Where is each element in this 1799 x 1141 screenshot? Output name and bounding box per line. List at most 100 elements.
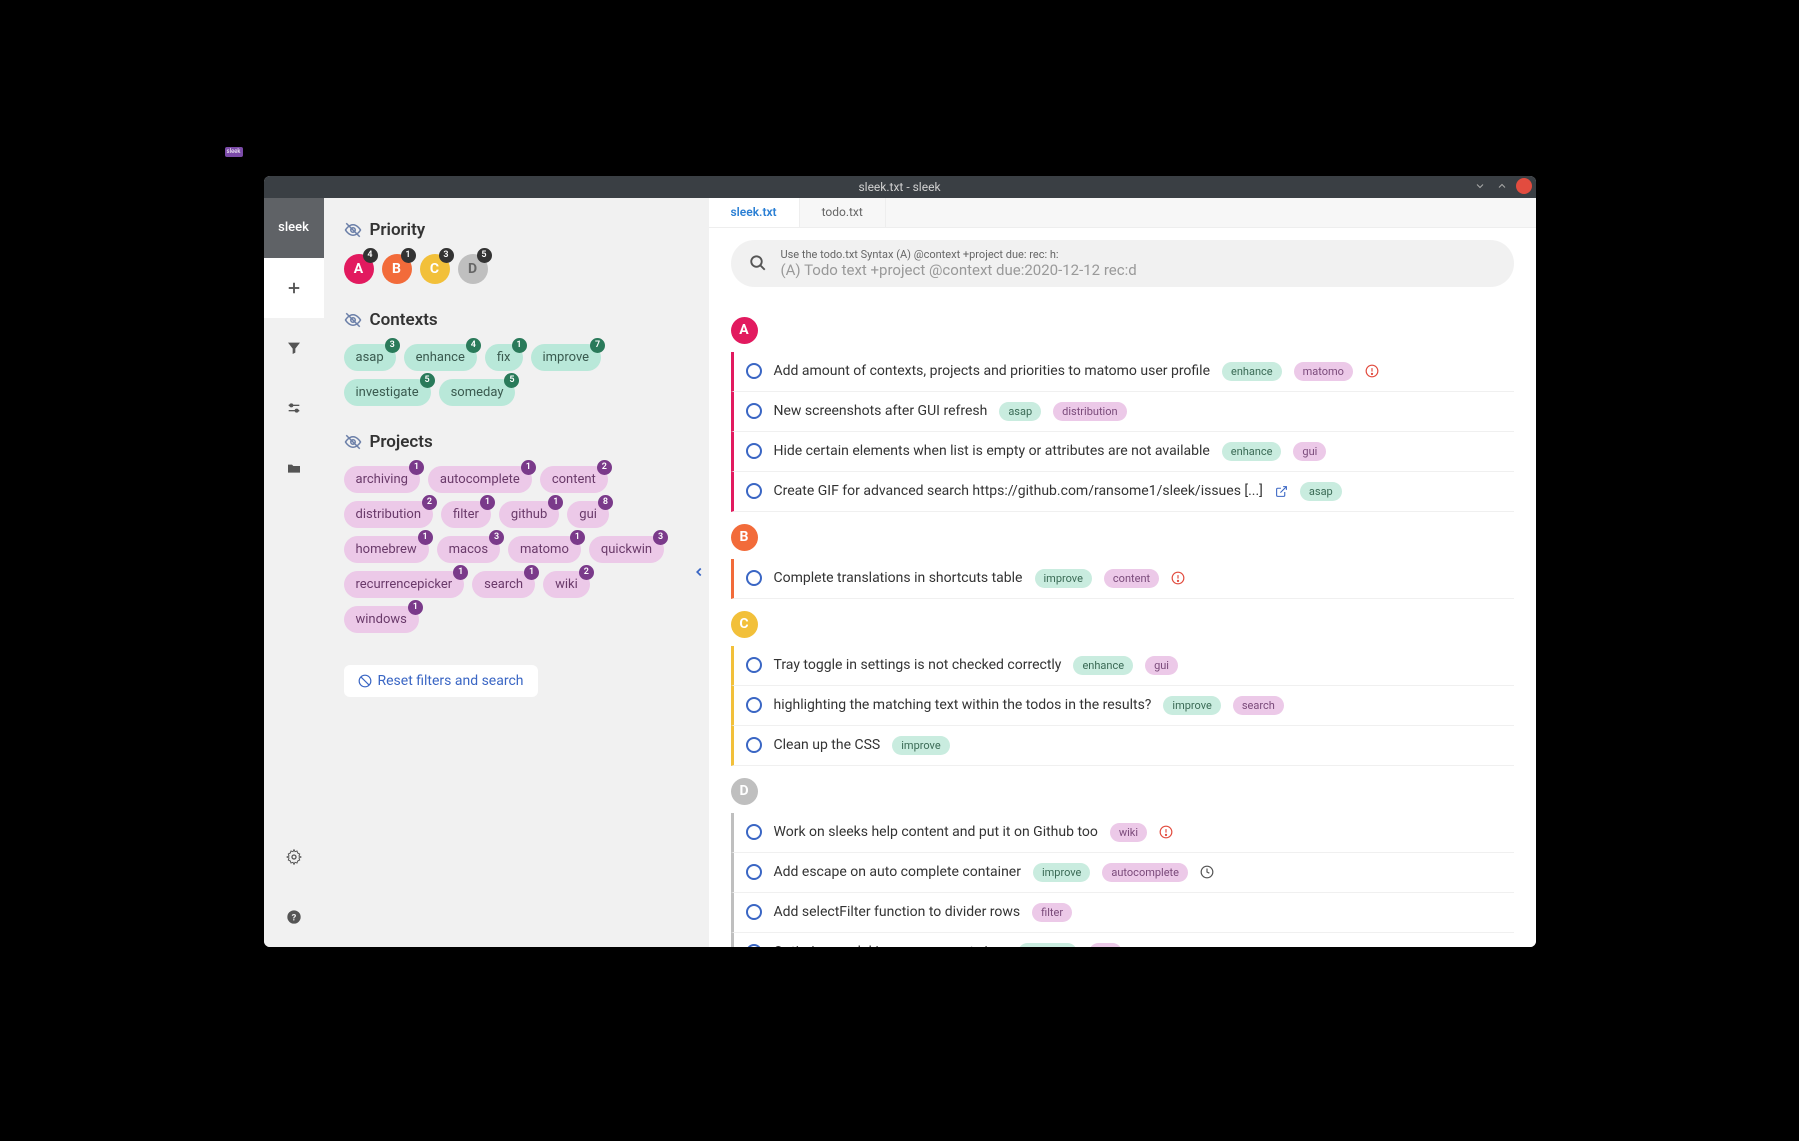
todo-row[interactable]: Add amount of contexts, projects and pri… — [731, 352, 1514, 392]
minimize-button[interactable] — [1472, 178, 1488, 194]
eye-off-icon[interactable] — [344, 311, 362, 329]
badge: 1 — [548, 495, 563, 510]
priority-chip-C[interactable]: C3 — [420, 254, 450, 284]
reset-filters-button[interactable]: Reset filters and search — [344, 665, 538, 697]
todo-row[interactable]: highlighting the matching text within th… — [731, 686, 1514, 726]
project-chip-gui[interactable]: gui8 — [567, 501, 609, 528]
context-chip-someday[interactable]: someday5 — [439, 379, 516, 406]
file-tab[interactable]: sleek.txt — [709, 198, 800, 227]
project-tag[interactable]: wiki — [1110, 823, 1147, 842]
project-tag[interactable]: gui — [1089, 943, 1122, 947]
complete-checkbox[interactable] — [746, 403, 762, 419]
complete-checkbox[interactable] — [746, 944, 762, 947]
priority-chip-D[interactable]: D5 — [458, 254, 488, 284]
project-tag[interactable]: gui — [1293, 442, 1326, 461]
project-tag[interactable]: distribution — [1053, 402, 1126, 421]
input-placeholder: (A) Todo text +project @context due:2020… — [781, 261, 1496, 279]
project-chip-macos[interactable]: macos3 — [437, 536, 500, 563]
project-tag[interactable]: filter — [1032, 903, 1072, 922]
todo-row[interactable]: Clean up the CSSimprove — [731, 726, 1514, 766]
project-chip-distribution[interactable]: distribution2 — [344, 501, 434, 528]
filter-nav-button[interactable] — [264, 318, 324, 378]
eye-off-icon[interactable] — [344, 221, 362, 239]
complete-checkbox[interactable] — [746, 363, 762, 379]
complete-checkbox[interactable] — [746, 697, 762, 713]
project-chip-windows[interactable]: windows1 — [344, 606, 419, 633]
project-tag[interactable]: matomo — [1294, 362, 1353, 381]
project-chip-filter[interactable]: filter1 — [441, 501, 491, 528]
context-chip-improve[interactable]: improve7 — [531, 344, 602, 371]
context-tag[interactable]: improve — [1033, 863, 1090, 882]
badge: 3 — [385, 338, 400, 353]
add-todo-input[interactable]: Use the todo.txt Syntax (A) @context +pr… — [731, 240, 1514, 287]
context-tag[interactable]: enhance — [1018, 943, 1078, 947]
badge: 3 — [489, 530, 504, 545]
project-chip-quickwin[interactable]: quickwin3 — [589, 536, 664, 563]
complete-checkbox[interactable] — [746, 904, 762, 920]
complete-checkbox[interactable] — [746, 657, 762, 673]
complete-checkbox[interactable] — [746, 824, 762, 840]
external-link-icon[interactable] — [1275, 485, 1288, 498]
todo-row[interactable]: Complete translations in shortcuts table… — [731, 559, 1514, 599]
todo-row[interactable]: Add escape on auto complete containerimp… — [731, 853, 1514, 893]
reset-label: Reset filters and search — [378, 673, 524, 689]
settings-nav-button[interactable] — [264, 827, 324, 887]
taskbar-app-icon[interactable]: sleek — [225, 147, 243, 157]
context-tag[interactable]: improve — [1163, 696, 1220, 715]
todo-list: AAdd amount of contexts, projects and pr… — [709, 295, 1536, 947]
project-chip-archiving[interactable]: archiving1 — [344, 466, 420, 493]
priority-chip-B[interactable]: B1 — [382, 254, 412, 284]
files-nav-button[interactable] — [264, 438, 324, 498]
maximize-button[interactable] — [1494, 178, 1510, 194]
project-tag[interactable]: autocomplete — [1102, 863, 1188, 882]
project-chip-content[interactable]: content2 — [540, 466, 608, 493]
complete-checkbox[interactable] — [746, 483, 762, 499]
context-chip-asap[interactable]: asap3 — [344, 344, 396, 371]
context-tag[interactable]: asap — [999, 402, 1041, 421]
project-chip-autocomplete[interactable]: autocomplete1 — [428, 466, 532, 493]
search-icon — [749, 254, 767, 272]
context-tag[interactable]: enhance — [1073, 656, 1133, 675]
complete-checkbox[interactable] — [746, 864, 762, 880]
context-tag[interactable]: improve — [892, 736, 949, 755]
todo-row[interactable]: Add selectFilter function to divider row… — [731, 893, 1514, 933]
priority-chip-A[interactable]: A4 — [344, 254, 374, 284]
badge: 4 — [363, 248, 378, 263]
complete-checkbox[interactable] — [746, 570, 762, 586]
project-chip-search[interactable]: search1 — [472, 571, 535, 598]
todo-row[interactable]: Create GIF for advanced search https://g… — [731, 472, 1514, 512]
clock-icon — [1200, 865, 1214, 879]
project-chip-homebrew[interactable]: homebrew1 — [344, 536, 429, 563]
add-todo-button[interactable] — [264, 258, 324, 318]
collapse-drawer-button[interactable] — [689, 198, 709, 947]
todo-row[interactable]: Hide certain elements when list is empty… — [731, 432, 1514, 472]
context-tag[interactable]: asap — [1300, 482, 1342, 501]
input-hint: Use the todo.txt Syntax (A) @context +pr… — [781, 248, 1496, 261]
help-nav-button[interactable]: ? — [264, 887, 324, 947]
project-tag[interactable]: search — [1233, 696, 1284, 715]
context-chip-enhance[interactable]: enhance4 — [404, 344, 477, 371]
badge: 3 — [439, 248, 454, 263]
context-tag[interactable]: enhance — [1222, 362, 1282, 381]
context-chip-fix[interactable]: fix1 — [485, 344, 523, 371]
project-tag[interactable]: gui — [1145, 656, 1178, 675]
project-chip-recurrencepicker[interactable]: recurrencepicker1 — [344, 571, 465, 598]
todo-row[interactable]: Optimise modal in very compact viewenhan… — [731, 933, 1514, 947]
todo-row[interactable]: Work on sleeks help content and put it o… — [731, 813, 1514, 853]
eye-off-icon[interactable] — [344, 433, 362, 451]
todo-row[interactable]: New screenshots after GUI refreshasapdis… — [731, 392, 1514, 432]
context-tag[interactable]: enhance — [1222, 442, 1282, 461]
context-chip-investigate[interactable]: investigate5 — [344, 379, 431, 406]
priority-title: Priority — [370, 220, 426, 240]
project-chip-matomo[interactable]: matomo1 — [508, 536, 581, 563]
todo-row[interactable]: Tray toggle in settings is not checked c… — [731, 646, 1514, 686]
view-nav-button[interactable] — [264, 378, 324, 438]
project-chip-wiki[interactable]: wiki2 — [543, 571, 590, 598]
context-tag[interactable]: improve — [1035, 569, 1092, 588]
close-button[interactable] — [1516, 178, 1532, 194]
complete-checkbox[interactable] — [746, 443, 762, 459]
complete-checkbox[interactable] — [746, 737, 762, 753]
project-tag[interactable]: content — [1104, 569, 1159, 588]
project-chip-github[interactable]: github1 — [499, 501, 559, 528]
file-tab[interactable]: todo.txt — [800, 198, 886, 227]
